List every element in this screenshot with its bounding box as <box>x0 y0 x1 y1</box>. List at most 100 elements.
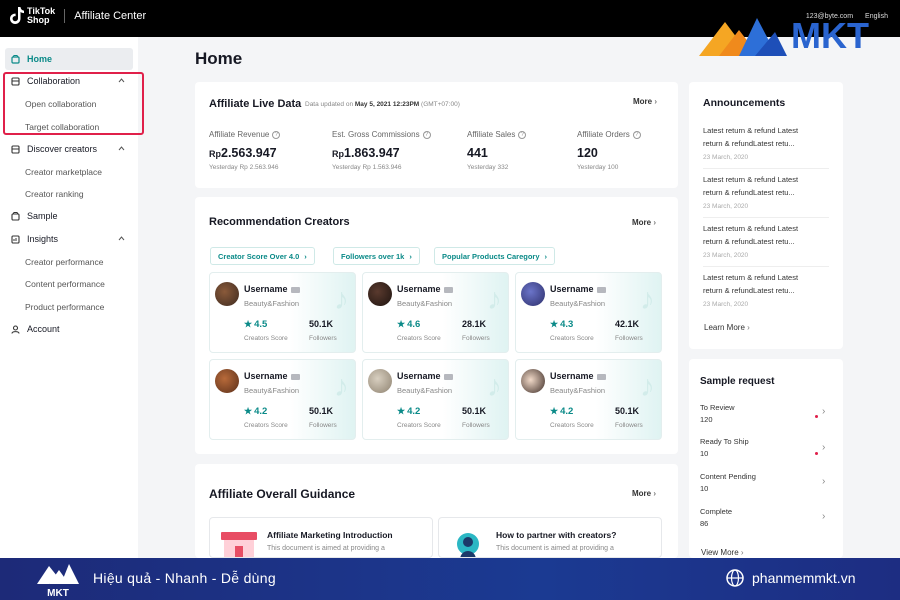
sample-status-value: 86 <box>700 519 709 528</box>
banner-slogan: Hiệu quả - Nhanh - Dễ dùng <box>93 570 276 586</box>
discover-icon <box>11 144 20 154</box>
announcement-line2: return & refundLatest retu... <box>703 138 795 148</box>
creator-card[interactable]: ♪ Username Beauty&Fashion ★ 4.3 Creators … <box>515 272 662 353</box>
help-icon[interactable]: ? <box>632 130 641 139</box>
username-text: Username <box>397 284 441 294</box>
sample-icon <box>11 211 20 221</box>
username-text: Username <box>550 284 594 294</box>
chevron-up-icon <box>118 146 125 151</box>
learn-more-link[interactable]: Learn More <box>704 323 750 332</box>
creator-score: ★ 4.2 <box>244 406 267 417</box>
recommendation-more-link[interactable]: More <box>632 218 656 227</box>
metric-value: 120 <box>577 146 598 160</box>
chevron-right-icon[interactable]: › <box>822 406 825 417</box>
storefront-icon <box>221 532 257 557</box>
creator-card[interactable]: ♪ Username Beauty&Fashion ★ 4.2 Creators … <box>515 359 662 440</box>
sidebar-item-creator-performance[interactable]: Creator performance <box>25 257 103 267</box>
announcement-line1: Latest return & refund Latest <box>703 273 799 282</box>
filter-chip-score[interactable]: Creator Score Over 4.0 <box>210 247 315 265</box>
creator-username: Username <box>244 284 300 294</box>
sample-status-value: 10 <box>700 484 709 493</box>
followers-label: Followers <box>309 422 337 429</box>
tiktok-shop-logo[interactable]: TikTok Shop Affiliate Center <box>10 7 146 25</box>
sidebar-item-insights[interactable]: Insights <box>5 228 133 250</box>
score-value: 4.6 <box>407 319 421 330</box>
help-icon[interactable]: ? <box>272 130 281 139</box>
creator-card[interactable]: ♪ Username Beauty&Fashion ★ 4.6 Creators … <box>362 272 509 353</box>
creator-card[interactable]: ♪ Username Beauty&Fashion ★ 4.2 Creators … <box>362 359 509 440</box>
help-icon[interactable]: ? <box>422 130 431 139</box>
recommendation-title: Recommendation Creators <box>209 216 350 228</box>
announcement-line1: Latest return & refund Latest <box>703 175 799 184</box>
creator-username: Username <box>397 371 453 381</box>
followers-label: Followers <box>462 335 490 342</box>
announcement-item[interactable]: Latest return & refund Latest return & re… <box>703 272 823 297</box>
announcement-line1: Latest return & refund Latest <box>703 126 799 135</box>
creator-score: ★ 4.2 <box>550 406 573 417</box>
user-icon <box>11 324 20 334</box>
creator-category: Beauty&Fashion <box>244 386 300 395</box>
creator-card[interactable]: ♪ Username Beauty&Fashion ★ 4.5 Creators … <box>209 272 356 353</box>
insights-icon <box>11 234 20 244</box>
avatar <box>368 282 392 306</box>
banner-website[interactable]: phanmemmkt.vn <box>752 570 855 586</box>
live-data-more-link[interactable]: More <box>633 97 657 106</box>
guide-item[interactable]: How to partner with creators? This docum… <box>438 517 662 558</box>
sample-status-value: 120 <box>700 415 713 424</box>
score-label: Creators Score <box>244 422 288 429</box>
score-label: Creators Score <box>244 335 288 342</box>
announcement-date: 23 March, 2020 <box>703 203 749 210</box>
mkt-watermark-text: MKT <box>791 15 869 56</box>
sample-status-label[interactable]: Content Pending <box>700 472 756 481</box>
announcement-item[interactable]: Latest return & refund Latest return & re… <box>703 174 823 199</box>
sample-request-card <box>689 359 843 558</box>
metric-currency: Rp <box>209 149 221 159</box>
sidebar-item-home[interactable]: Home <box>5 48 133 70</box>
sidebar-item-sample[interactable]: Sample <box>5 205 133 227</box>
guide-item[interactable]: Affiliate Marketing Introduction This do… <box>209 517 433 558</box>
star-icon: ★ <box>397 319 406 329</box>
username-text: Username <box>244 371 288 381</box>
filter-chip-category[interactable]: Popular Products Caregory <box>434 247 556 265</box>
creator-followers: 50.1K <box>309 319 334 329</box>
filter-chip-followers[interactable]: Followers over 1k <box>333 247 420 265</box>
shop-icon <box>11 54 20 64</box>
help-icon[interactable]: ? <box>518 130 527 139</box>
profile-card-icon <box>443 373 453 380</box>
metric-label: Affiliate Orders? <box>577 130 641 139</box>
announcements-card <box>689 82 843 349</box>
chevron-right-icon[interactable]: › <box>822 442 825 453</box>
announcement-item[interactable]: Latest return & refund Latest return & re… <box>703 125 823 150</box>
announcement-item[interactable]: Latest return & refund Latest return & re… <box>703 223 823 248</box>
sidebar-item-creator-marketplace[interactable]: Creator marketplace <box>25 167 102 177</box>
divider <box>64 9 66 23</box>
promo-banner: MKT Hiệu quả - Nhanh - Dễ dùng phanmemmk… <box>0 558 900 600</box>
tiktok-watermark-icon: ♪ <box>640 283 655 316</box>
chevron-right-icon[interactable]: › <box>822 476 825 487</box>
star-icon: ★ <box>244 319 253 329</box>
metric-yesterday: Yesterday Rp 2.563.946 <box>209 164 279 171</box>
creator-score: ★ 4.2 <box>397 406 420 417</box>
tiktok-watermark-icon: ♪ <box>334 370 349 403</box>
sidebar-item-creator-ranking[interactable]: Creator ranking <box>25 189 84 199</box>
followers-label: Followers <box>309 335 337 342</box>
sample-status-label[interactable]: Ready To Ship <box>700 437 749 446</box>
profile-card-icon <box>290 286 300 293</box>
chevron-right-icon[interactable]: › <box>822 511 825 522</box>
score-value: 4.2 <box>407 406 421 417</box>
divider <box>703 217 829 218</box>
sample-status-label[interactable]: Complete <box>700 507 732 516</box>
creator-card[interactable]: ♪ Username Beauty&Fashion ★ 4.2 Creators … <box>209 359 356 440</box>
guidance-more-link[interactable]: More <box>632 489 656 498</box>
score-value: 4.5 <box>254 319 268 330</box>
sidebar-item-product-performance[interactable]: Product performance <box>25 302 104 312</box>
announcements-title: Announcements <box>703 97 786 109</box>
sidebar-item-discover-creators[interactable]: Discover creators <box>5 138 133 160</box>
live-data-title: Affiliate Live Data <box>209 98 302 110</box>
sidebar-item-content-performance[interactable]: Content performance <box>25 279 105 289</box>
sample-status-label[interactable]: To Review <box>700 403 735 412</box>
chevron-up-icon <box>118 236 125 241</box>
view-more-link[interactable]: View More <box>701 548 744 557</box>
sidebar-item-account[interactable]: Account <box>5 318 133 340</box>
sidebar-item-label: Account <box>27 324 60 334</box>
